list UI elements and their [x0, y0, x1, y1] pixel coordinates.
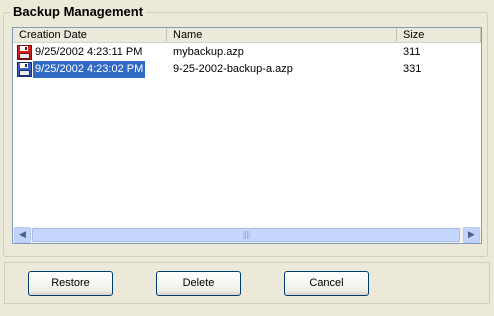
cancel-button[interactable]: Cancel [284, 271, 369, 296]
list-row-selected[interactable]: 9/25/2002 4:23:02 PM 9-25-2002-backup-a.… [13, 61, 481, 78]
groupbox-title: Backup Management [10, 4, 147, 20]
list-row[interactable]: 9/25/2002 4:23:11 PM mybackup.azp 311 [13, 44, 481, 61]
grip-icon: |||| [242, 230, 251, 239]
row-creation-date: 9/25/2002 4:23:11 PM [35, 46, 143, 58]
column-header-size[interactable]: Size [397, 28, 481, 42]
list-header: Creation Date Name Size [13, 28, 481, 43]
row-size: 311 [403, 46, 421, 58]
backup-list[interactable]: Creation Date Name Size 9/25/2002 4:23:1… [12, 27, 482, 244]
row-name: 9-25-2002-backup-a.azp [173, 63, 293, 75]
column-header-name[interactable]: Name [167, 28, 397, 42]
horizontal-scrollbar[interactable]: ◀ |||| ▶ [13, 227, 481, 243]
restore-button[interactable]: Restore [28, 271, 113, 296]
floppy-disk-icon [17, 62, 32, 77]
row-name: mybackup.azp [173, 46, 244, 58]
row-size: 331 [403, 63, 422, 75]
floppy-disk-icon [17, 45, 32, 60]
delete-button[interactable]: Delete [156, 271, 241, 296]
column-header-creation-date[interactable]: Creation Date [13, 28, 167, 42]
scroll-right-button[interactable]: ▶ [463, 227, 480, 243]
chevron-right-icon: ▶ [468, 230, 475, 240]
row-creation-date: 9/25/2002 4:23:02 PM [33, 61, 146, 78]
chevron-left-icon: ◀ [19, 230, 26, 240]
scrollbar-thumb[interactable]: |||| [32, 228, 460, 242]
scroll-left-button[interactable]: ◀ [14, 227, 31, 243]
